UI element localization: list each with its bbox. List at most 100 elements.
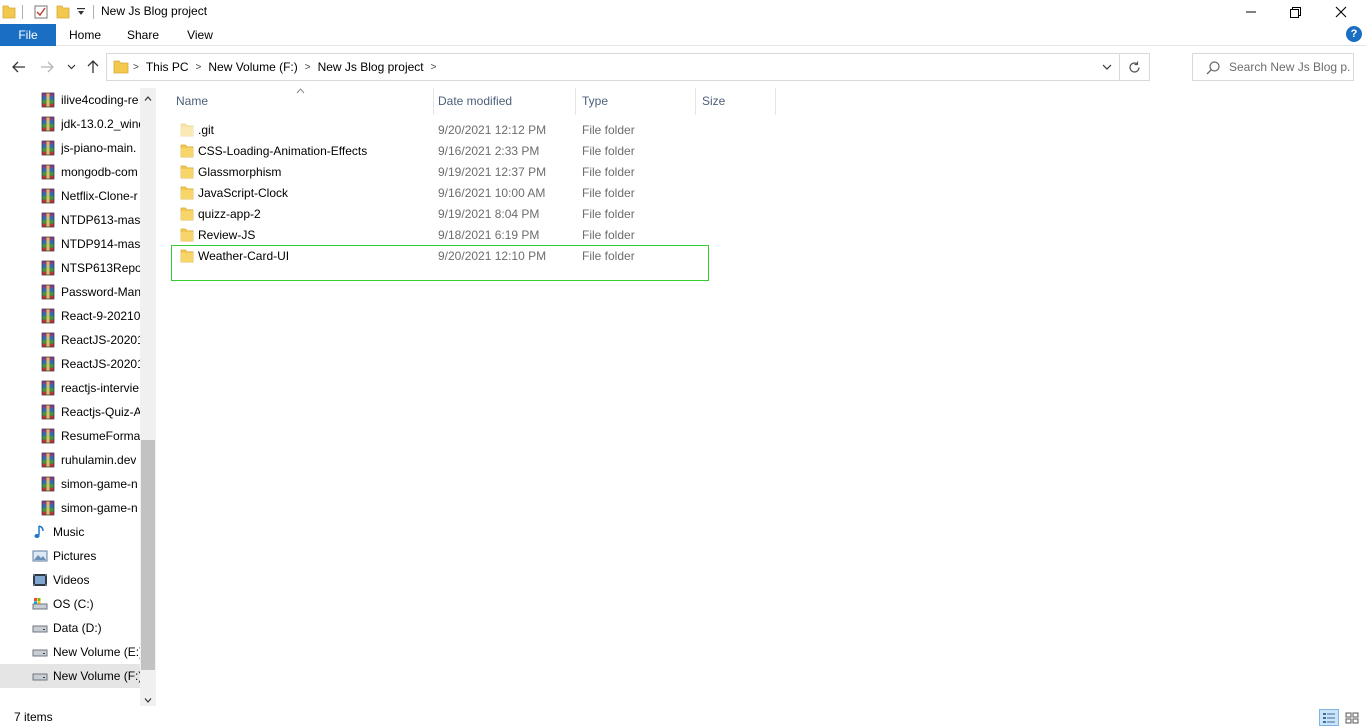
address-dropdown-button[interactable]: [1097, 54, 1117, 80]
address-bar[interactable]: > This PC > New Volume (F:) > New Js Blo…: [106, 53, 1150, 81]
search-input[interactable]: [1229, 58, 1351, 76]
minimize-icon: [1246, 11, 1256, 13]
sidebar-item[interactable]: ReactJS-202012: [0, 328, 140, 352]
drive-icon: [32, 644, 48, 660]
scrollbar-thumb[interactable]: [141, 440, 155, 670]
tab-view[interactable]: View: [178, 24, 222, 46]
breadcrumb-new-volume-f[interactable]: New Volume (F:): [201, 60, 304, 74]
large-icons-view-button[interactable]: [1342, 709, 1362, 726]
sidebar-item-label: reactjs-intervie: [61, 381, 140, 395]
column-header-name[interactable]: Name: [176, 88, 434, 115]
breadcrumb-new-js-blog-project[interactable]: New Js Blog project: [311, 60, 431, 74]
sidebar-scrollbar[interactable]: [140, 88, 156, 710]
column-header-date-modified[interactable]: Date modified: [434, 88, 576, 115]
quick-access-folder-icon[interactable]: [2, 3, 16, 21]
sidebar-item-label: NTDP914-mast: [61, 237, 140, 251]
file-row[interactable]: quizz-app-2 9/19/2021 8:04 PM File folder: [172, 204, 712, 225]
sidebar-item-label: React-9-202101: [61, 309, 140, 323]
winrar-archive-icon: [40, 236, 56, 252]
sidebar-item[interactable]: New Volume (F:): [0, 664, 140, 688]
up-button[interactable]: [84, 58, 102, 76]
chevron-up-icon: [144, 95, 152, 101]
scroll-up-button[interactable]: [140, 90, 156, 106]
sidebar-item-label: ruhulamin.dev: [61, 453, 137, 467]
sidebar-item[interactable]: Music: [0, 520, 140, 544]
file-row[interactable]: CSS-Loading-Animation-Effects 9/16/2021 2…: [172, 141, 712, 162]
sidebar-item-label: Password-Man: [61, 285, 140, 299]
sidebar-item[interactable]: jdk-13.0.2_wind: [0, 112, 140, 136]
properties-icon[interactable]: [33, 3, 49, 21]
sidebar-item[interactable]: Data (D:): [0, 616, 140, 640]
music-icon: [32, 524, 48, 540]
winrar-archive-icon: [40, 164, 56, 180]
winrar-archive-icon: [40, 332, 56, 348]
sidebar-item[interactable]: ResumeFormat: [0, 424, 140, 448]
file-row[interactable]: Glassmorphism 9/19/2021 12:37 PM File fold…: [172, 162, 712, 183]
refresh-button[interactable]: [1119, 54, 1149, 80]
tab-home[interactable]: Home: [62, 24, 108, 46]
file-date-modified: 9/18/2021 6:19 PM: [438, 228, 540, 242]
file-type: File folder: [582, 165, 635, 179]
sidebar-item-label: simon-game-n: [61, 477, 138, 491]
sidebar-item[interactable]: NTDP613-mast: [0, 208, 140, 232]
details-view-button[interactable]: [1319, 709, 1339, 726]
sidebar-item[interactable]: NTDP914-mast: [0, 232, 140, 256]
sort-arrow-icon: [296, 86, 305, 97]
sidebar-item[interactable]: mongodb-com: [0, 160, 140, 184]
file-type: File folder: [582, 207, 635, 221]
sidebar-item-label: New Volume (F:): [53, 669, 140, 683]
restore-button[interactable]: [1272, 0, 1318, 24]
search-box[interactable]: [1192, 53, 1354, 81]
file-row[interactable]: JavaScript-Clock 9/16/2021 10:00 AM File f…: [172, 183, 712, 204]
close-button[interactable]: [1318, 0, 1364, 24]
sidebar-item[interactable]: simon-game-n: [0, 472, 140, 496]
sidebar-item[interactable]: Pictures: [0, 544, 140, 568]
sidebar-item[interactable]: React-9-202101: [0, 304, 140, 328]
customize-toolbar-dropdown-icon[interactable]: [76, 3, 86, 21]
sidebar-item[interactable]: Videos: [0, 568, 140, 592]
new-folder-icon[interactable]: [56, 3, 70, 21]
refresh-icon: [1129, 61, 1140, 73]
breadcrumb-separator[interactable]: >: [431, 62, 437, 73]
highlight-box: [171, 245, 709, 281]
file-date-modified: 9/20/2021 12:12 PM: [438, 123, 547, 137]
sidebar-item[interactable]: Netflix-Clone-r: [0, 184, 140, 208]
sidebar-item[interactable]: Password-Man: [0, 280, 140, 304]
sidebar-item[interactable]: Reactjs-Quiz-A: [0, 400, 140, 424]
forward-button[interactable]: [38, 58, 56, 76]
tab-share[interactable]: Share: [120, 24, 166, 46]
help-icon[interactable]: ?: [1346, 26, 1362, 42]
folder-icon: [180, 186, 194, 200]
status-bar: 7 items: [0, 706, 1366, 728]
file-row[interactable]: Review-JS 9/18/2021 6:19 PM File folder: [172, 225, 712, 246]
drive-icon: [32, 620, 48, 636]
sidebar-item[interactable]: New Volume (E:): [0, 640, 140, 664]
sidebar-item[interactable]: OS (C:): [0, 592, 140, 616]
sidebar-item[interactable]: ilive4coding-re: [0, 88, 140, 112]
tab-file[interactable]: File: [0, 24, 56, 46]
close-icon: [1335, 6, 1347, 18]
file-date-modified: 9/19/2021 12:37 PM: [438, 165, 547, 179]
winrar-archive-icon: [40, 188, 56, 204]
restore-icon: [1289, 6, 1301, 18]
sidebar-item[interactable]: simon-game-n: [0, 496, 140, 520]
column-header-type[interactable]: Type: [576, 88, 696, 115]
recent-locations-button[interactable]: [62, 58, 80, 76]
sidebar-item[interactable]: reactjs-intervie: [0, 376, 140, 400]
minimize-button[interactable]: [1228, 0, 1274, 24]
sidebar-item[interactable]: ruhulamin.dev: [0, 448, 140, 472]
sidebar-item[interactable]: js-piano-main.: [0, 136, 140, 160]
sidebar-item[interactable]: ReactJS-202012: [0, 352, 140, 376]
ribbon: File Home Share View ?: [0, 24, 1366, 46]
breadcrumb-this-pc[interactable]: This PC: [139, 60, 196, 74]
folder-icon: [180, 144, 194, 158]
sidebar-item[interactable]: NTSP613Repo-: [0, 256, 140, 280]
column-header-size[interactable]: Size: [696, 88, 776, 115]
file-date-modified: 9/16/2021 10:00 AM: [438, 186, 546, 200]
window-title: New Js Blog project: [101, 4, 208, 18]
file-row[interactable]: .git 9/20/2021 12:12 PM File folder: [172, 120, 712, 141]
sidebar-item-label: simon-game-n: [61, 501, 138, 515]
back-button[interactable]: [10, 58, 28, 76]
sidebar-item-label: Netflix-Clone-r: [61, 189, 138, 203]
file-date-modified: 9/16/2021 2:33 PM: [438, 144, 540, 158]
